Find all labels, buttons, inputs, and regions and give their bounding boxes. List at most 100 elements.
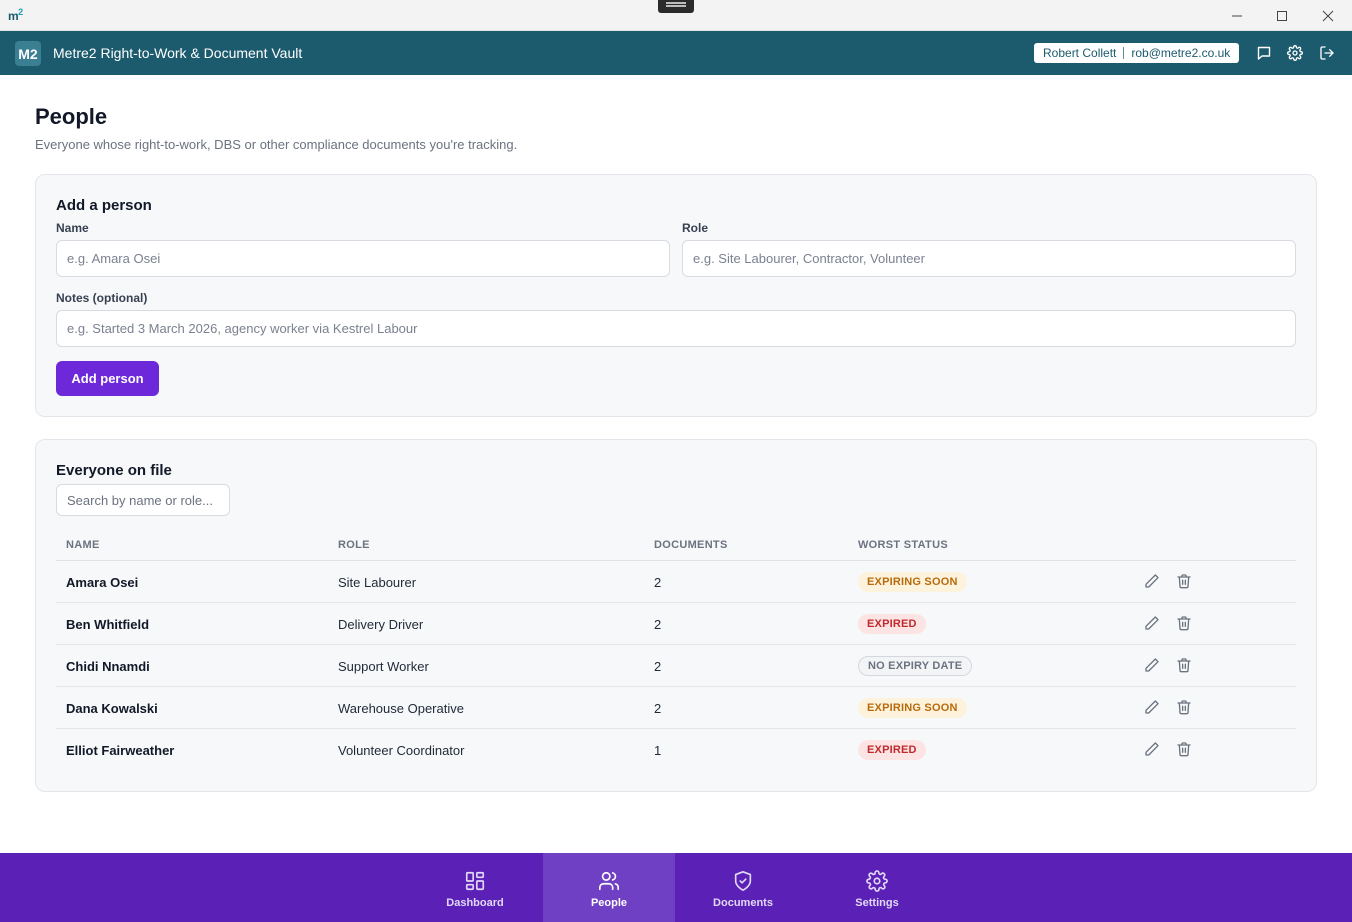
close-icon — [1322, 10, 1334, 21]
pencil-icon — [1145, 658, 1159, 672]
edit-button[interactable] — [1144, 615, 1162, 633]
user-name: Robert Collett — [1043, 46, 1117, 60]
app-header: M2 Metre2 Right-to-Work & Document Vault… — [0, 31, 1352, 75]
person-document-count: 2 — [654, 617, 662, 632]
person-role: Warehouse Operative — [338, 701, 464, 716]
search-input[interactable] — [56, 484, 230, 516]
name-input[interactable] — [56, 240, 670, 277]
window-logo: m2 — [8, 7, 23, 23]
column-header-role[interactable]: ROLE — [338, 539, 370, 551]
person-name[interactable]: Dana Kowalski — [66, 701, 158, 716]
settings-button[interactable] — [1287, 45, 1303, 61]
trash-icon — [1177, 658, 1191, 673]
user-pill[interactable]: Robert Collett rob@metre2.co.uk — [1034, 43, 1240, 63]
person-name[interactable]: Elliot Fairweather — [66, 743, 174, 758]
window-titlebar: m2 — [0, 0, 1352, 31]
nav-label-dashboard: Dashboard — [446, 897, 504, 909]
user-email: rob@metre2.co.uk — [1131, 46, 1231, 60]
pencil-icon — [1145, 616, 1159, 630]
logout-button[interactable] — [1319, 45, 1335, 61]
status-badge: EXPIRED — [858, 740, 926, 760]
nav-item-dashboard[interactable]: Dashboard — [409, 853, 541, 922]
table-row[interactable]: Ben Whitfield Delivery Driver 2 EXPIRED — [56, 603, 1296, 645]
people-list-card: Everyone on file NAME ROLE DOCUMENTS WOR… — [35, 439, 1317, 792]
page-title: People — [35, 104, 108, 129]
edit-button[interactable] — [1144, 657, 1162, 675]
nav-item-documents[interactable]: Documents — [677, 853, 809, 922]
close-button[interactable] — [1305, 0, 1351, 31]
shield-check-icon — [732, 870, 754, 892]
person-name[interactable]: Chidi Nnamdi — [66, 659, 150, 674]
person-name[interactable]: Ben Whitfield — [66, 617, 149, 632]
column-header-status[interactable]: WORST STATUS — [858, 539, 948, 551]
table-header: NAME ROLE DOCUMENTS WORST STATUS — [56, 532, 1296, 561]
person-document-count: 2 — [654, 659, 662, 674]
table-row[interactable]: Amara Osei Site Labourer 2 EXPIRING SOON — [56, 561, 1296, 603]
table-row[interactable]: Elliot Fairweather Volunteer Coordinator… — [56, 729, 1296, 771]
status-badge: EXPIRED — [858, 614, 926, 634]
delete-button[interactable] — [1176, 699, 1194, 717]
nav-label-people: People — [590, 897, 628, 909]
minimize-button[interactable] — [1214, 0, 1260, 31]
nav-label-documents: Documents — [713, 897, 773, 909]
column-header-documents[interactable]: DOCUMENTS — [654, 539, 728, 551]
message-icon — [1257, 46, 1271, 60]
nav-item-settings[interactable]: Settings — [811, 853, 943, 922]
add-person-button[interactable]: Add person — [56, 361, 159, 396]
main-content: People Everyone whose right-to-work, DBS… — [0, 75, 1352, 853]
delete-button[interactable] — [1176, 657, 1194, 675]
user-pill-divider — [1123, 47, 1125, 59]
add-person-title: Add a person — [56, 197, 152, 214]
people-list-title: Everyone on file — [56, 462, 172, 479]
person-role: Support Worker — [338, 659, 429, 674]
feedback-button[interactable] — [1256, 45, 1272, 61]
people-table: NAME ROLE DOCUMENTS WORST STATUS Amara O… — [56, 532, 1296, 771]
person-document-count: 2 — [654, 575, 662, 590]
notes-input[interactable] — [56, 310, 1296, 347]
person-name[interactable]: Amara Osei — [66, 575, 138, 590]
column-header-name[interactable]: NAME — [66, 539, 100, 551]
nav-item-people[interactable]: People — [543, 853, 675, 922]
person-document-count: 2 — [654, 701, 662, 716]
trash-icon — [1177, 700, 1191, 715]
trash-icon — [1177, 742, 1191, 757]
app-title: Metre2 Right-to-Work & Document Vault — [53, 45, 303, 61]
edit-button[interactable] — [1144, 741, 1162, 759]
role-input[interactable] — [682, 240, 1296, 277]
table-row[interactable]: Chidi Nnamdi Support Worker 2 NO EXPIRY … — [56, 645, 1296, 687]
dashboard-icon — [464, 870, 486, 892]
logout-icon — [1320, 46, 1334, 60]
drag-handle[interactable] — [658, 0, 694, 13]
edit-button[interactable] — [1144, 699, 1162, 717]
person-role: Site Labourer — [338, 575, 417, 590]
minimize-icon — [1232, 15, 1242, 16]
table-row[interactable]: Dana Kowalski Warehouse Operative 2 EXPI… — [56, 687, 1296, 729]
bottom-nav: Dashboard People Documents Settings — [0, 853, 1352, 922]
status-badge: NO EXPIRY DATE — [858, 656, 973, 676]
pencil-icon — [1145, 700, 1159, 714]
person-document-count: 1 — [654, 743, 662, 758]
pencil-icon — [1145, 574, 1159, 588]
person-role: Delivery Driver — [338, 617, 424, 632]
nav-label-settings: Settings — [855, 897, 899, 909]
status-badge: EXPIRING SOON — [858, 572, 967, 592]
notes-label: Notes (optional) — [56, 291, 148, 305]
status-badge: EXPIRING SOON — [858, 698, 967, 718]
maximize-icon — [1277, 10, 1287, 21]
gear-icon — [866, 870, 888, 892]
page-subtitle: Everyone whose right-to-work, DBS or oth… — [35, 137, 518, 152]
person-role: Volunteer Coordinator — [338, 743, 465, 758]
delete-button[interactable] — [1176, 615, 1194, 633]
trash-icon — [1177, 616, 1191, 631]
maximize-button[interactable] — [1259, 0, 1305, 31]
app-badge: M2 — [15, 41, 41, 66]
pencil-icon — [1145, 742, 1159, 756]
gear-icon — [1287, 45, 1303, 61]
edit-button[interactable] — [1144, 573, 1162, 591]
people-icon — [598, 870, 620, 892]
add-person-card: Add a person Name Role Notes (optional) … — [35, 174, 1317, 417]
delete-button[interactable] — [1176, 573, 1194, 591]
trash-icon — [1177, 574, 1191, 589]
delete-button[interactable] — [1176, 741, 1194, 759]
role-label: Role — [682, 221, 709, 235]
